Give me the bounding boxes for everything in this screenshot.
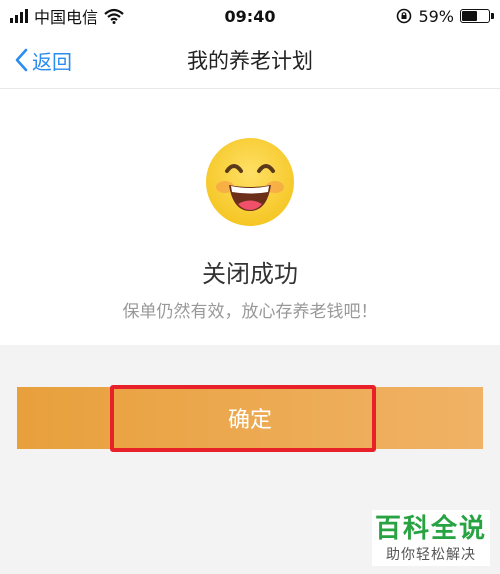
battery-icon <box>460 9 494 23</box>
battery-percent: 59% <box>418 6 454 26</box>
wifi-icon <box>104 8 124 24</box>
status-bar: 中国电信 09:40 59% <box>0 0 500 32</box>
battery-fill <box>462 11 477 21</box>
signal-icon <box>10 9 28 23</box>
watermark-subtitle: 助你轻松解决 <box>386 547 476 563</box>
status-left: 中国电信 <box>10 4 124 28</box>
carrier-label: 中国电信 <box>34 8 99 27</box>
result-panel: 关闭成功 保单仍然有效，放心存养老钱吧！ <box>0 89 500 345</box>
watermark-title: 百科全说 <box>374 514 487 544</box>
navigation-bar: 返回 我的养老计划 <box>0 32 500 89</box>
confirm-button[interactable]: 确定 <box>17 387 483 449</box>
status-right: 59% <box>396 6 494 26</box>
back-label: 返回 <box>32 49 72 74</box>
grinning-face-icon <box>206 138 294 226</box>
confirm-label: 确定 <box>227 408 272 433</box>
page-title: 我的养老计划 <box>187 49 313 73</box>
watermark-logo: 百科全说 助你轻松解决 <box>372 510 490 566</box>
chevron-left-icon <box>15 48 28 72</box>
rotation-lock-icon <box>397 8 412 24</box>
result-message: 保单仍然有效，放心存养老钱吧！ <box>122 302 378 322</box>
result-headline: 关闭成功 <box>202 260 298 288</box>
back-button[interactable]: 返回 <box>14 32 72 88</box>
